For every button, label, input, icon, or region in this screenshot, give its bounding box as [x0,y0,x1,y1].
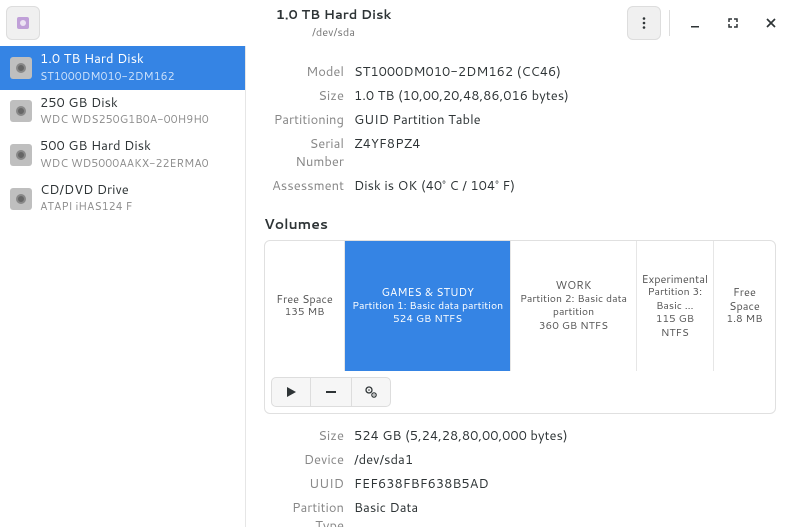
sidebar: 1.0 TB Hard DiskST1000DM010-2DM162 250 GB… [0,46,246,527]
vol-size-value: 524 GB (5,24,28,80,00,000 bytes) [354,427,568,445]
app-body: 1.0 TB Hard DiskST1000DM010-2DM162 250 GB… [0,46,794,527]
sidebar-item-label: 500 GB Hard Disk [40,139,209,155]
disk-app-icon [15,15,31,31]
volume-name: GAMES & STUDY [381,285,474,299]
sidebar-item-disk[interactable]: 500 GB Hard DiskWDC WD5000AAKX-22ERMA0 [0,133,245,177]
volume-fs: 524 GB NTFS [393,313,462,327]
sidebar-item-label: 1.0 TB Hard Disk [40,52,175,68]
volume-segment[interactable]: Free Space1.8 MB [714,241,775,371]
delete-partition-button[interactable] [311,377,351,407]
disk-icon [10,57,32,79]
titlebar: 1.0 TB Hard Disk /dev/sda [0,0,794,46]
volumes-bar: Free Space135 MBGAMES & STUDYPartition 1… [265,241,775,371]
vol-uuid-value: FEF638FBF638B5AD [354,475,489,493]
titlebar-right [627,6,788,40]
minimize-icon [688,16,702,30]
drive-options-button[interactable] [627,6,661,40]
close-icon [764,16,778,30]
titlebar-center: 1.0 TB Hard Disk /dev/sda [46,6,621,40]
disk-icon [10,188,32,210]
volume-segment[interactable]: ExperimentalPartition 3: Basic …115 GB N… [637,241,714,371]
window-title: 1.0 TB Hard Disk [46,6,621,24]
volume-details: Size524 GB (5,24,28,80,00,000 bytes) Dev… [264,424,776,527]
size-label: Size [264,87,354,105]
volume-name: Experimental [642,272,708,286]
volume-sublabel: 1.8 MB [726,313,762,327]
vol-ptype-value: Basic Data [354,499,418,517]
sidebar-item-text: 1.0 TB Hard DiskST1000DM010-2DM162 [40,52,175,84]
window-subtitle: /dev/sda [46,24,621,40]
volumes-panel: Free Space135 MBGAMES & STUDYPartition 1… [264,240,776,414]
volume-toolbar [265,371,775,413]
disk-icon [10,144,32,166]
volume-fs: 360 GB NTFS [539,320,608,334]
sidebar-item-sublabel: ST1000DM010-2DM162 [40,68,175,84]
sidebar-item-sublabel: ATAPI iHAS124 F [40,198,132,214]
volume-sublabel: Partition 3: Basic … [641,286,709,313]
vol-device-label: Device [264,451,354,469]
volume-segment[interactable]: Free Space135 MB [265,241,345,371]
kebab-icon [637,16,651,30]
close-button[interactable] [754,6,788,40]
size-value: 1.0 TB (10,00,20,48,86,016 bytes) [354,87,569,105]
app-menu-button[interactable] [6,6,40,40]
minus-icon [325,386,337,398]
separator [669,10,670,36]
vol-uuid-label: UUID [264,475,354,493]
serial-label: Serial Number [264,135,354,171]
model-value: ST1000DM010-2DM162 (CC46) [354,63,561,81]
volume-fs: 115 GB NTFS [641,313,709,340]
sidebar-item-disk[interactable]: 250 GB DiskWDC WDS250G1B0A-00H9H0 [0,90,245,134]
sidebar-item-text: 500 GB Hard DiskWDC WD5000AAKX-22ERMA0 [40,139,209,171]
sidebar-item-text: CD/DVD DriveATAPI iHAS124 F [40,183,132,215]
partitioning-label: Partitioning [264,111,354,129]
volume-sublabel: Partition 1: Basic data partition [352,300,503,314]
maximize-button[interactable] [716,6,750,40]
partitioning-value: GUID Partition Table [354,111,481,129]
sidebar-item-label: 250 GB Disk [40,96,209,112]
volume-sublabel: 135 MB [285,306,325,320]
mount-button[interactable] [271,377,311,407]
sidebar-item-disk[interactable]: 1.0 TB Hard DiskST1000DM010-2DM162 [0,46,245,90]
sidebar-item-sublabel: WDC WD5000AAKX-22ERMA0 [40,155,209,171]
serial-value: Z4YF8PZ4 [354,135,420,153]
play-icon [285,386,297,398]
minimize-button[interactable] [678,6,712,40]
volume-segment[interactable]: GAMES & STUDYPartition 1: Basic data par… [345,241,511,371]
volume-name: WORK [556,278,592,292]
sidebar-item-text: 250 GB DiskWDC WDS250G1B0A-00H9H0 [40,96,209,128]
volumes-heading: Volumes [264,214,776,234]
volume-sublabel: Partition 2: Basic data partition [515,293,632,320]
assessment-label: Assessment [264,177,354,195]
gears-icon [364,385,378,399]
sidebar-item-sublabel: WDC WDS250G1B0A-00H9H0 [40,111,209,127]
volume-name: Free Space [276,292,333,306]
disk-icon [10,100,32,122]
vol-ptype-label: Partition Type [264,499,354,527]
sidebar-item-disk[interactable]: CD/DVD DriveATAPI iHAS124 F [0,177,245,221]
main-content: ModelST1000DM010-2DM162 (CC46) Size1.0 T… [246,46,794,527]
volume-segment[interactable]: WORKPartition 2: Basic data partition360… [511,241,637,371]
model-label: Model [264,63,354,81]
assessment-value: Disk is OK (40° C / 104° F) [354,177,515,195]
disk-details: ModelST1000DM010-2DM162 (CC46) Size1.0 T… [264,60,776,198]
vol-size-label: Size [264,427,354,445]
volume-name: Free Space [718,285,771,314]
vol-device-value: /dev/sda1 [354,451,413,469]
maximize-icon [726,16,740,30]
partition-options-button[interactable] [351,377,391,407]
sidebar-item-label: CD/DVD Drive [40,183,132,199]
